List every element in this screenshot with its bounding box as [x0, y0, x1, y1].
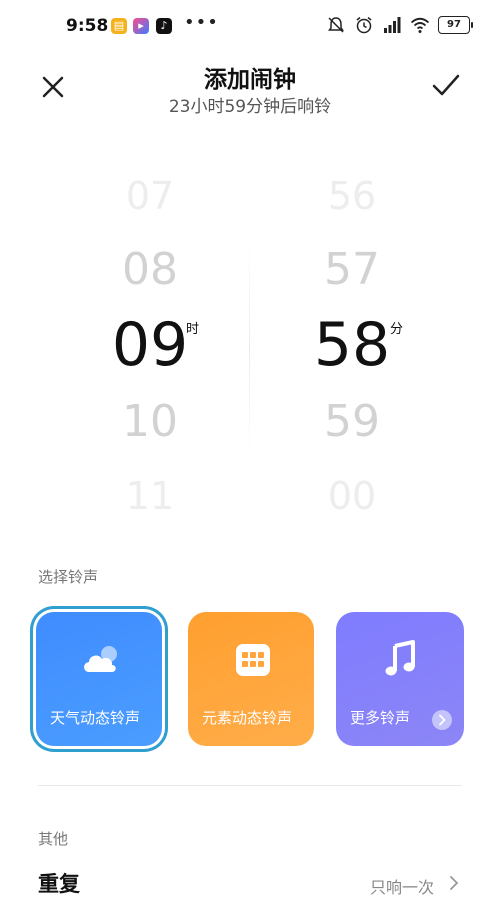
time-picker: 07 08 09 时 10 11 56 57 58 分 59 00 — [0, 160, 500, 530]
minute-option[interactable]: 56 — [252, 174, 452, 218]
ring-countdown: 23小时59分钟后响铃 — [168, 97, 332, 117]
minute-option[interactable]: 57 — [252, 244, 452, 295]
element-ringtone-card[interactable]: 元素动态铃声 — [188, 612, 314, 746]
hour-option[interactable]: 07 — [50, 174, 250, 218]
ringtone-section-label: 选择铃声 — [38, 568, 99, 586]
selected-minute[interactable]: 58 — [252, 310, 452, 380]
other-section-label: 其他 — [38, 830, 69, 848]
music-note-icon — [385, 640, 415, 676]
hour-option[interactable]: 10 — [50, 396, 250, 447]
chevron-right-icon — [450, 876, 459, 890]
ringtone-options: 天气动态铃声 元素动态铃声 更多铃声 — [36, 612, 466, 748]
cloud-icon — [84, 646, 117, 672]
signal-icon — [384, 17, 401, 33]
wifi-icon — [410, 17, 430, 33]
hour-option[interactable]: 11 — [50, 474, 250, 518]
notes-app-icon: ▤ — [111, 18, 127, 34]
alarm-clock-icon — [356, 16, 372, 34]
minute-option[interactable]: 00 — [252, 474, 452, 518]
mute-bell-icon — [328, 17, 344, 33]
weather-ringtone-label: 天气动态铃声 — [50, 709, 141, 727]
confirm-check-icon[interactable] — [428, 68, 464, 104]
picker-divider — [249, 238, 250, 458]
status-bar: 9:58 ▤ ▸ ♪ ••• 97 — [0, 0, 500, 56]
element-ringtone-label: 元素动态铃声 — [202, 709, 293, 727]
video-app-icon: ▸ — [133, 18, 149, 34]
more-notifications-icon: ••• — [184, 12, 219, 33]
more-ringtones-card[interactable]: 更多铃声 — [336, 612, 464, 746]
grid-icon — [236, 644, 270, 676]
chevron-right-icon — [432, 710, 452, 730]
repeat-value: 只响一次 — [369, 878, 434, 897]
repeat-setting-row[interactable]: 重复 只响一次 — [38, 868, 462, 898]
minute-wheel[interactable]: 56 57 58 分 59 00 — [252, 160, 452, 530]
hour-unit-label: 时 — [186, 322, 200, 337]
section-divider — [38, 785, 462, 786]
hour-wheel[interactable]: 07 08 09 时 10 11 — [50, 160, 250, 530]
repeat-title: 重复 — [38, 872, 80, 896]
weather-ringtone-card[interactable]: 天气动态铃声 — [36, 612, 162, 746]
page-title: 添加闹钟 — [204, 67, 296, 93]
minute-option[interactable]: 59 — [252, 396, 452, 447]
minute-unit-label: 分 — [390, 322, 404, 337]
battery-indicator: 97 — [438, 16, 473, 34]
header: 添加闹钟 23小时59分钟后响铃 — [0, 56, 500, 136]
tiktok-app-icon: ♪ — [156, 18, 172, 34]
hour-option[interactable]: 08 — [50, 244, 250, 295]
selected-hour[interactable]: 09 — [50, 310, 250, 380]
status-indicators: 97 — [326, 15, 473, 35]
more-ringtones-label: 更多铃声 — [350, 709, 411, 727]
status-time: 9:58 — [66, 16, 109, 36]
